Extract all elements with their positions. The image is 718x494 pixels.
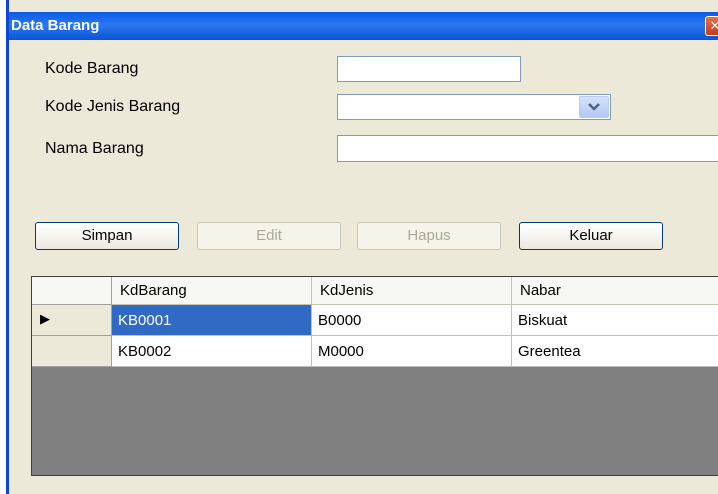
keluar-button[interactable]: Keluar <box>519 222 663 250</box>
simpan-button[interactable]: Simpan <box>35 222 179 250</box>
close-icon[interactable]: ✕ <box>705 16 718 36</box>
edit-button[interactable]: Edit <box>197 222 341 250</box>
nama-barang-input[interactable] <box>337 135 718 162</box>
nama-barang-label: Nama Barang <box>45 140 144 157</box>
title-bar: Data Barang ✕ <box>9 12 718 40</box>
table-cell[interactable]: Greentea <box>512 336 718 367</box>
table-cell[interactable]: KB0002 <box>112 336 312 367</box>
kode-jenis-barang-select[interactable] <box>337 94 611 120</box>
hapus-button[interactable]: Hapus <box>357 222 501 250</box>
chevron-down-icon <box>588 103 600 111</box>
current-row-arrow-icon: ▶ <box>40 311 50 326</box>
dropdown-button[interactable] <box>579 96 609 118</box>
kode-jenis-barang-label: Kode Jenis Barang <box>45 98 181 115</box>
column-header-kdbarang[interactable]: KdBarang <box>112 277 312 305</box>
table-cell[interactable]: M0000 <box>312 336 512 367</box>
table-cell[interactable]: B0000 <box>312 305 512 336</box>
table-cell[interactable]: KB0001 <box>112 305 312 336</box>
row-header[interactable] <box>32 336 112 367</box>
data-barang-window: Data Barang ✕ Kode Barang Kode Jenis Bar… <box>6 0 718 494</box>
row-header[interactable]: ▶ <box>32 305 112 336</box>
window-title: Data Barang <box>11 17 100 34</box>
column-header-kdjenis[interactable]: KdJenis <box>312 277 512 305</box>
table-cell[interactable]: Biskuat <box>512 305 718 336</box>
kode-barang-input[interactable] <box>337 56 521 82</box>
grid-corner-header <box>32 277 112 305</box>
data-grid[interactable]: KdBarang KdJenis Nabar ▶ KB0001 B0000 Bi… <box>31 276 718 476</box>
column-header-nabar[interactable]: Nabar <box>512 277 718 305</box>
kode-barang-label: Kode Barang <box>45 60 139 77</box>
